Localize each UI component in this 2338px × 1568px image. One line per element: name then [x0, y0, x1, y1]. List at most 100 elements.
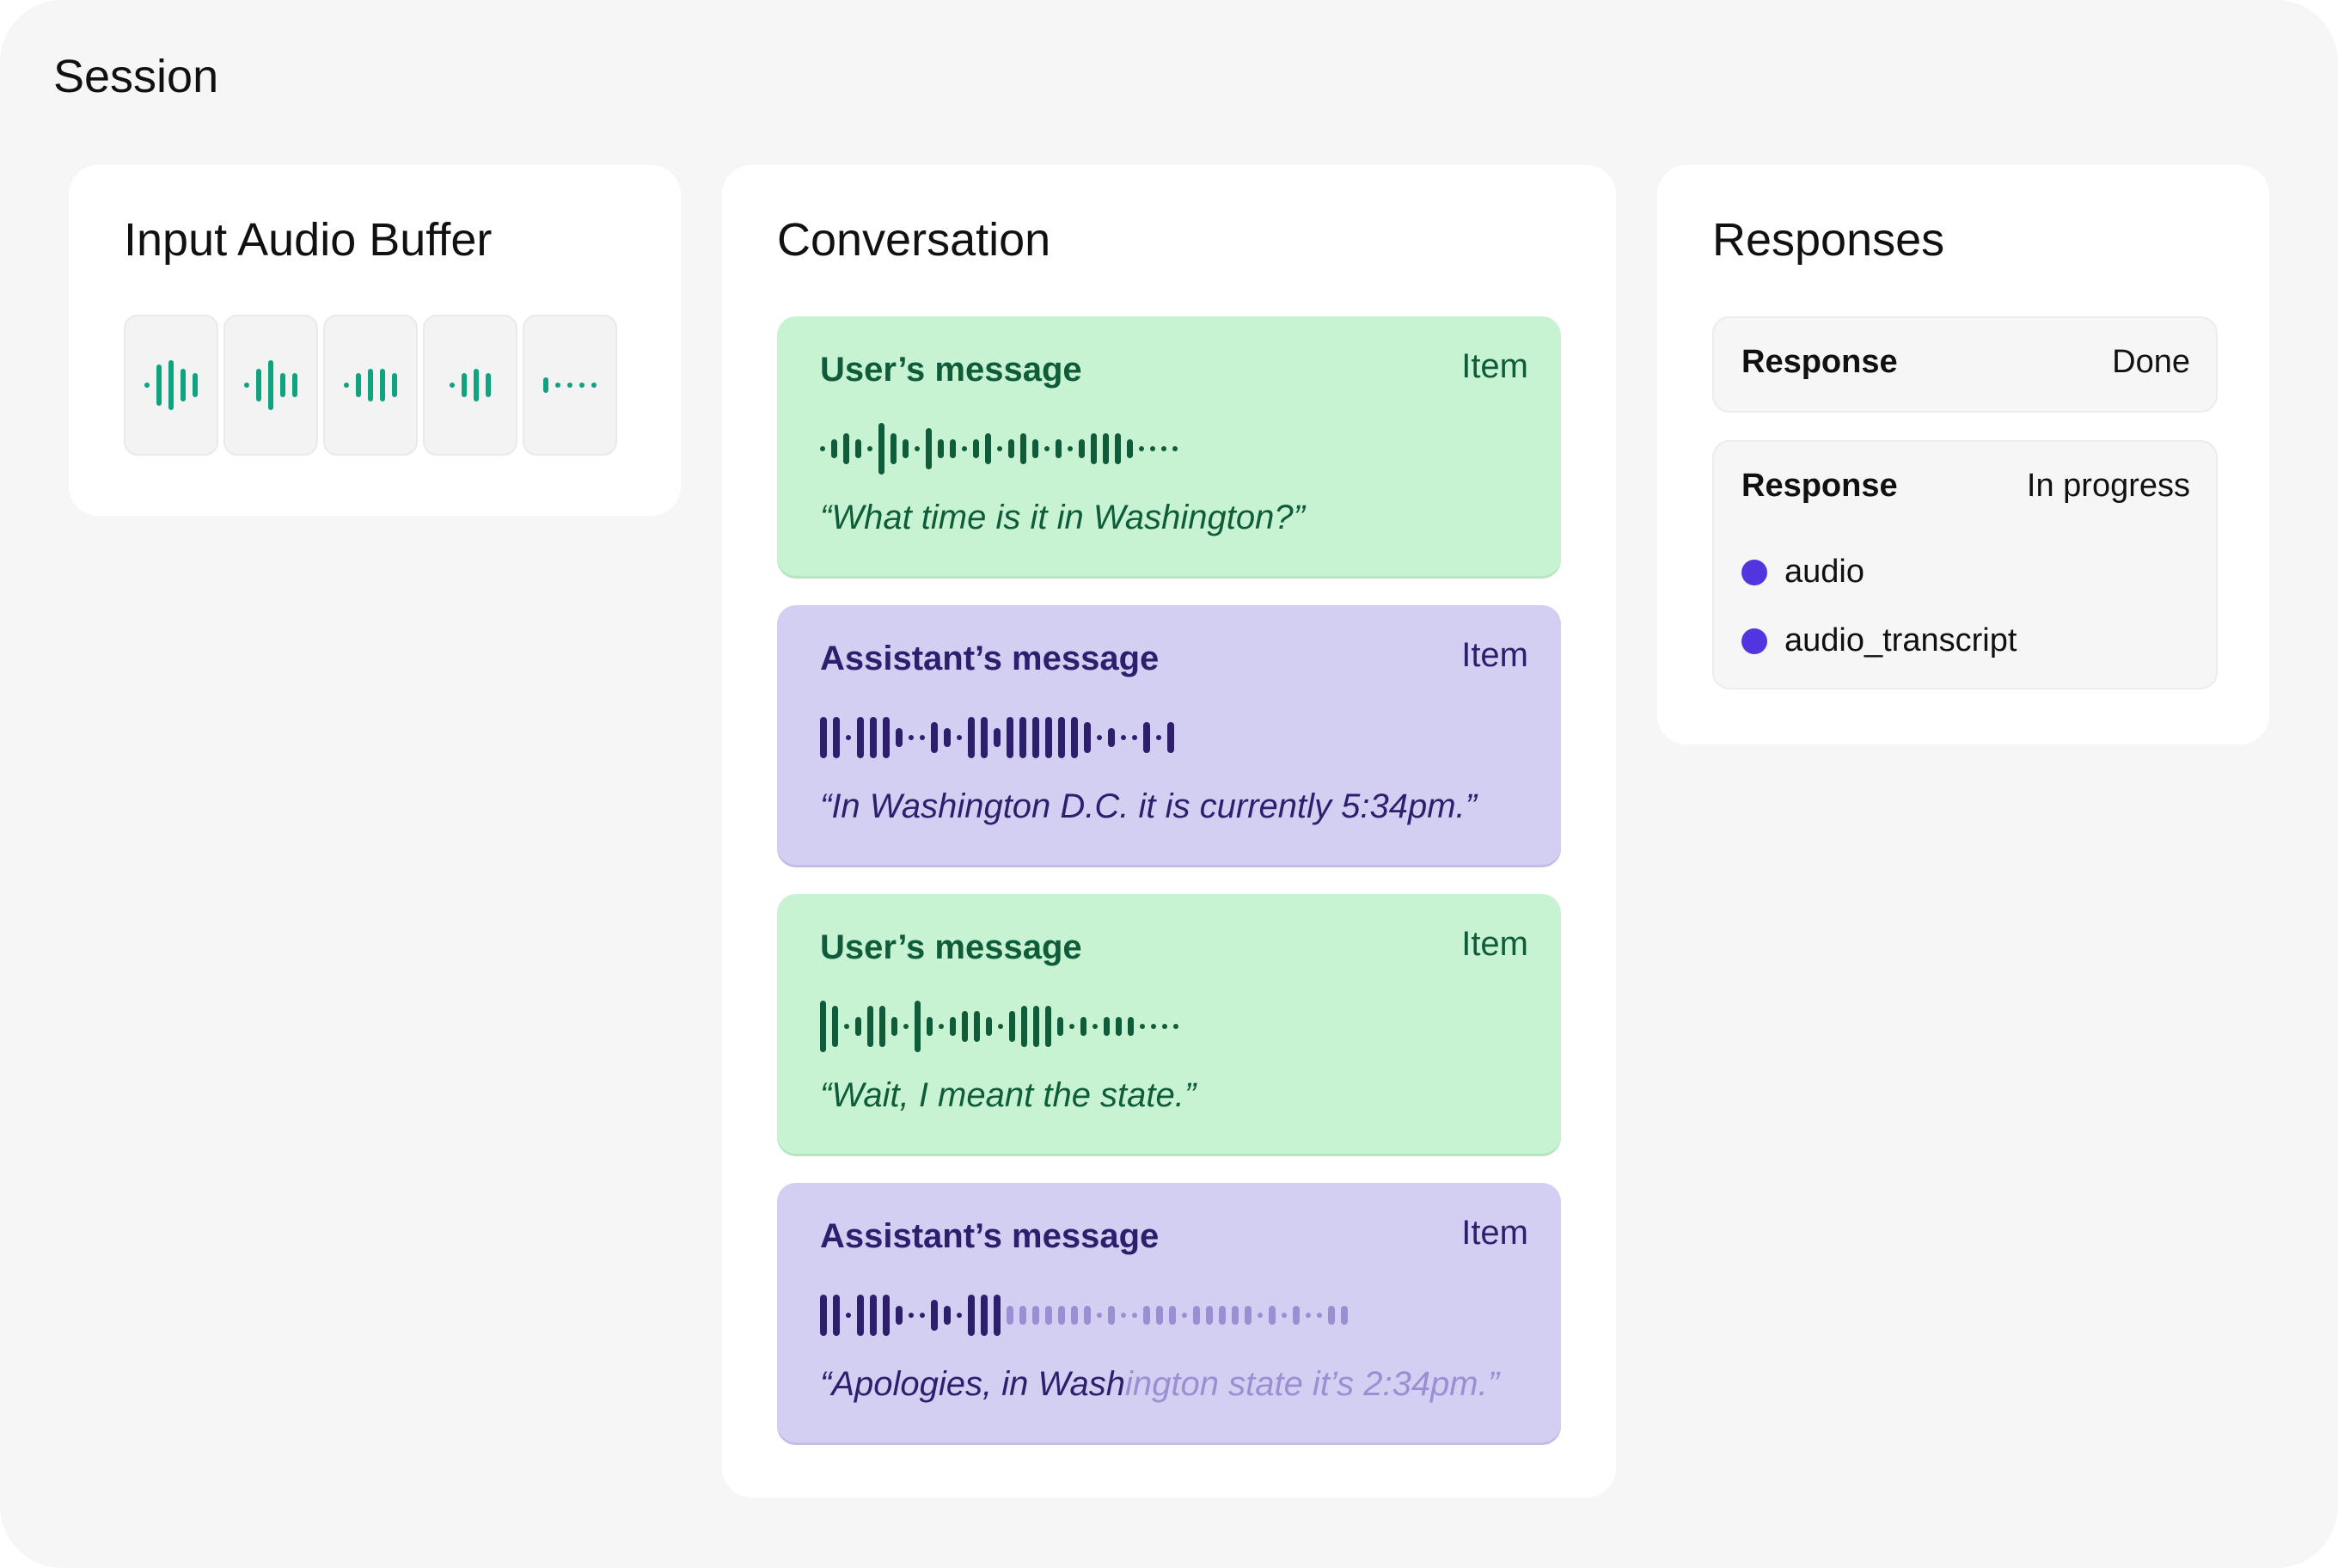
waveform-bar — [1328, 1306, 1335, 1325]
waveform — [450, 359, 491, 411]
waveform-bar — [843, 433, 849, 464]
waveform-bar — [1108, 728, 1115, 747]
waveform-bar — [1045, 1006, 1051, 1047]
waveform-dot — [1044, 446, 1050, 451]
waveform-dot — [1092, 1024, 1098, 1029]
user-message-item[interactable]: User’s message Item “What time is it in Wa… — [777, 316, 1561, 576]
waveform-bar — [981, 1295, 988, 1336]
waveform-dot — [1182, 1313, 1187, 1318]
waveform-bar — [1019, 1306, 1026, 1325]
input-audio-buffer-title: Input Audio Buffer — [124, 213, 492, 266]
waveform-bar — [1128, 1017, 1134, 1036]
waveform-dot — [1282, 1313, 1287, 1318]
waveform-bar — [1169, 1306, 1176, 1325]
waveform-bar — [926, 428, 932, 469]
waveform-dot — [1121, 1313, 1126, 1318]
response-card[interactable]: ResponseIn progressaudioaudio_transcript — [1712, 440, 2218, 689]
waveform-bar — [962, 1011, 968, 1042]
waveform-dot — [1161, 446, 1166, 451]
waveform-bar — [820, 1295, 827, 1336]
waveform-bar — [832, 1006, 838, 1047]
waveform-dot — [1151, 1024, 1156, 1029]
waveform-bar — [831, 439, 837, 458]
waveform-dot — [244, 383, 249, 388]
waveform-bar — [368, 369, 373, 401]
waveform-bar — [994, 728, 1001, 747]
waveform-dot — [1139, 446, 1144, 451]
waveform-dot — [846, 1313, 851, 1318]
waveform-bar — [292, 373, 297, 397]
waveform-dot — [144, 383, 150, 388]
waveform-bar — [973, 439, 979, 458]
waveform-bar — [950, 439, 956, 458]
transcript-text: “Wait, I meant the state.” — [820, 1076, 1196, 1114]
item-tag: Item — [1461, 1214, 1528, 1253]
waveform-bar — [1080, 1017, 1086, 1036]
user-message-item[interactable]: User’s messageItem“Wait, I meant the sta… — [777, 894, 1561, 1154]
waveform-bar — [867, 1006, 873, 1047]
transcript-text: “What time is it in Washington?” — [820, 499, 1305, 536]
waveform-bar — [1007, 717, 1013, 758]
waveform — [543, 359, 597, 411]
waveform-dot — [915, 446, 920, 451]
waveform-bar — [1058, 1306, 1065, 1325]
waveform-dot — [909, 1313, 914, 1318]
response-part: audio_transcript — [1741, 622, 2017, 659]
waveform-bar — [968, 717, 975, 758]
waveform-bar — [938, 439, 944, 458]
bullet-icon — [1741, 560, 1767, 585]
waveform-bar — [927, 1017, 933, 1036]
waveform-bar — [1167, 722, 1174, 753]
waveform-bar — [268, 360, 273, 410]
response-label: Response — [1741, 344, 1898, 381]
waveform-bar — [280, 373, 285, 397]
waveform-dot — [1140, 1024, 1145, 1029]
waveform-dot — [909, 735, 914, 740]
waveform — [820, 710, 1174, 765]
waveform-dot — [567, 383, 572, 388]
waveform-dot — [450, 383, 455, 388]
waveform-dot — [1150, 446, 1155, 451]
audio-buffer-chunk — [223, 315, 318, 456]
waveform-bar — [994, 1295, 1001, 1336]
waveform-bar — [968, 1295, 975, 1336]
waveform-bar — [474, 369, 479, 401]
response-status: In progress — [2027, 468, 2190, 505]
waveform-bar — [1143, 1306, 1150, 1325]
waveform-dot — [1068, 446, 1073, 451]
waveform-dot — [579, 383, 584, 388]
waveform-dot — [1258, 1313, 1263, 1318]
message-transcript: “In Washington D.C. it is currently 5:34… — [820, 787, 1477, 826]
waveform-bar — [870, 717, 877, 758]
assistant-message-item[interactable]: Assistant’s messageItem“In Washington D.… — [777, 605, 1561, 865]
waveform-dot — [903, 1024, 909, 1029]
input-audio-buffer-panel: Input Audio Buffer — [69, 165, 681, 516]
waveform-bar — [392, 373, 397, 397]
bullet-icon — [1741, 628, 1767, 654]
waveform-bar — [855, 439, 861, 458]
message-transcript: “Apologies, in Washington state it’s 2:3… — [820, 1365, 1499, 1404]
waveform-bar — [1104, 1017, 1110, 1036]
waveform-bar — [855, 1017, 861, 1036]
waveform-bar — [1045, 717, 1052, 758]
waveform — [144, 359, 198, 411]
audio-buffer-chunk — [323, 315, 418, 456]
message-transcript: “What time is it in Washington?” — [820, 499, 1305, 537]
waveform-bar — [156, 364, 162, 406]
waveform-bar — [1032, 1306, 1039, 1325]
message-role-label: User’s message — [820, 928, 1082, 967]
waveform-dot — [1306, 1313, 1311, 1318]
response-card[interactable]: ResponseDone — [1712, 316, 2218, 413]
audio-buffer-chunks — [124, 315, 617, 456]
waveform-bar — [1071, 1306, 1078, 1325]
assistant-message-item[interactable]: Assistant’s messageItem“Apologies, in Wa… — [777, 1183, 1561, 1442]
waveform-bar — [883, 1295, 890, 1336]
waveform-bar — [1019, 717, 1026, 758]
waveform-bar — [891, 1017, 897, 1036]
message-role-label: User’s message — [820, 351, 1082, 389]
waveform-dot — [920, 735, 925, 740]
item-tag: Item — [1461, 347, 1528, 386]
waveform-bar — [1033, 1006, 1039, 1047]
waveform — [820, 421, 1178, 476]
session-title: Session — [53, 50, 218, 103]
